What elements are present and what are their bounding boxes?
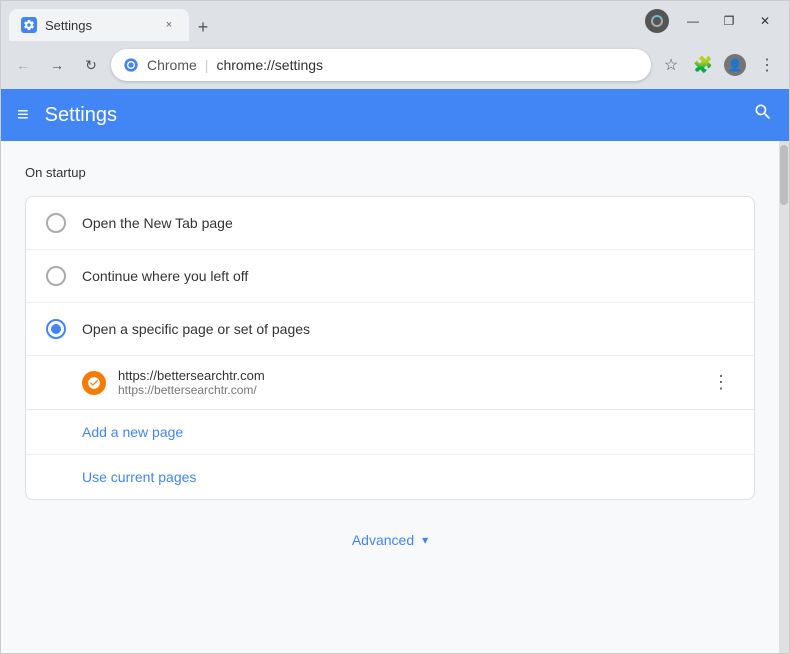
bookmark-button[interactable]: ☆	[657, 51, 685, 79]
url-display-name: https://bettersearchtr.com	[118, 368, 696, 383]
title-bar: Settings × + — ❐ ✕	[1, 1, 789, 41]
url-favicon	[82, 371, 106, 395]
account-button[interactable]: 👤	[721, 51, 749, 79]
settings-header-left: ≡ Settings	[17, 104, 117, 127]
option-specific-pages[interactable]: Open a specific page or set of pages	[26, 303, 754, 356]
use-current-pages-link[interactable]: Use current pages	[26, 455, 754, 499]
download-indicator	[645, 9, 669, 33]
scrollbar[interactable]	[779, 141, 789, 653]
browser-window: Settings × + — ❐ ✕ ← → ↻ Chrome | chro	[0, 0, 790, 654]
url-address: chrome://settings	[216, 57, 323, 73]
url-menu-button[interactable]: ⋮	[708, 368, 734, 397]
minimize-button[interactable]: —	[677, 7, 709, 35]
back-button[interactable]: ←	[9, 51, 37, 79]
startup-options-card: Open the New Tab page Continue where you…	[25, 196, 755, 500]
tab-bar: Settings × +	[9, 1, 637, 41]
settings-search-button[interactable]	[753, 102, 773, 128]
url-display-address: https://bettersearchtr.com/	[118, 383, 696, 397]
option-specific-label: Open a specific page or set of pages	[82, 321, 310, 337]
window-controls: — ❐ ✕	[677, 7, 781, 35]
option-continue[interactable]: Continue where you left off	[26, 250, 754, 303]
maximize-button[interactable]: ❐	[713, 7, 745, 35]
radio-continue[interactable]	[46, 266, 66, 286]
url-info: https://bettersearchtr.com https://bette…	[118, 368, 696, 397]
url-entry-item: https://bettersearchtr.com https://bette…	[26, 356, 754, 410]
address-omnibox[interactable]: Chrome | chrome://settings	[111, 49, 651, 81]
refresh-button[interactable]: ↻	[77, 51, 105, 79]
add-new-page-link[interactable]: Add a new page	[26, 410, 754, 455]
option-continue-label: Continue where you left off	[82, 268, 248, 284]
option-new-tab-label: Open the New Tab page	[82, 215, 233, 231]
option-new-tab[interactable]: Open the New Tab page	[26, 197, 754, 250]
tab-favicon	[21, 17, 37, 33]
settings-header: ≡ Settings	[1, 89, 789, 141]
content-area: PC On startup Open the New Tab page Cont…	[1, 141, 789, 653]
close-button[interactable]: ✕	[749, 7, 781, 35]
extensions-button[interactable]: 🧩	[689, 51, 717, 79]
radio-specific-pages[interactable]	[46, 319, 66, 339]
advanced-button[interactable]: Advanced ▾	[336, 524, 444, 556]
url-separator: |	[205, 57, 209, 73]
chrome-menu-button[interactable]: ⋮	[753, 51, 781, 79]
settings-page-title: Settings	[45, 104, 117, 127]
settings-tab[interactable]: Settings ×	[9, 9, 189, 41]
advanced-section: Advanced ▾	[25, 524, 755, 556]
advanced-label: Advanced	[352, 532, 414, 548]
tab-title: Settings	[45, 18, 92, 33]
tab-close-button[interactable]: ×	[161, 17, 177, 33]
radio-inner-dot	[51, 324, 61, 334]
url-browser-name: Chrome	[147, 57, 197, 73]
address-bar: ← → ↻ Chrome | chrome://settings ☆ 🧩 👤 ⋮	[1, 41, 789, 89]
on-startup-title: On startup	[25, 165, 755, 180]
settings-content: PC On startup Open the New Tab page Cont…	[1, 141, 779, 653]
radio-new-tab[interactable]	[46, 213, 66, 233]
new-tab-button[interactable]: +	[189, 13, 217, 41]
chrome-logo-icon	[123, 57, 139, 73]
advanced-arrow-icon: ▾	[422, 533, 428, 547]
toolbar-icons: ☆ 🧩 👤 ⋮	[657, 51, 781, 79]
hamburger-menu[interactable]: ≡	[17, 104, 29, 127]
scrollbar-thumb[interactable]	[780, 145, 788, 205]
forward-button[interactable]: →	[43, 51, 71, 79]
